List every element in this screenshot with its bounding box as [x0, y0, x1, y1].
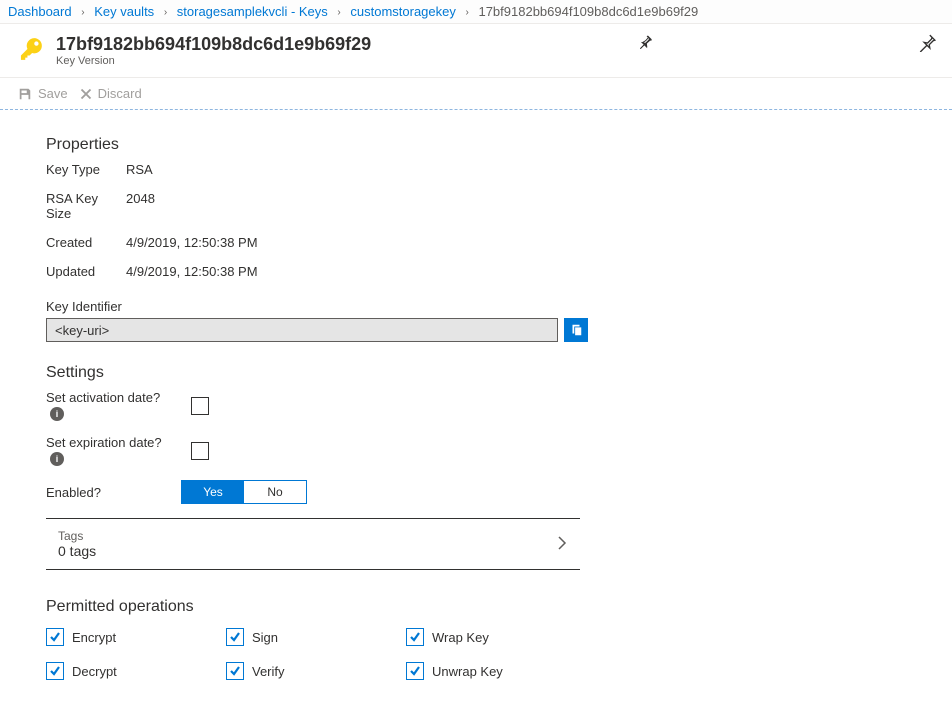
copy-button[interactable] [564, 318, 588, 342]
tags-count: 0 tags [58, 543, 556, 559]
rsakeysize-value: 2048 [126, 191, 906, 221]
op-label: Wrap Key [432, 630, 489, 645]
chevron-right-icon: › [81, 7, 84, 18]
op-label: Encrypt [72, 630, 116, 645]
expiration-label: Set expiration date? i [46, 435, 181, 466]
op-label: Unwrap Key [432, 664, 503, 679]
save-label: Save [38, 86, 68, 101]
chevron-right-icon: › [337, 7, 340, 18]
info-icon[interactable]: i [50, 407, 64, 421]
key-icon [18, 36, 44, 65]
activation-checkbox[interactable] [191, 397, 209, 415]
keyidentifier-input[interactable] [46, 318, 558, 342]
op-item: Verify [226, 662, 406, 680]
properties-heading: Properties [46, 136, 906, 154]
breadcrumb-link-dashboard[interactable]: Dashboard [8, 4, 72, 19]
activation-label: Set activation date? i [46, 390, 181, 421]
op-label: Sign [252, 630, 278, 645]
op-item: Wrap Key [406, 628, 586, 646]
enabled-label: Enabled? [46, 485, 181, 500]
created-value: 4/9/2019, 12:50:38 PM [126, 235, 906, 250]
toggle-no[interactable]: No [244, 481, 306, 503]
pin-button[interactable] [918, 34, 936, 55]
expiration-checkbox[interactable] [191, 442, 209, 460]
op-checkbox[interactable] [226, 662, 244, 680]
tags-label: Tags [58, 529, 556, 543]
keytype-value: RSA [126, 162, 906, 177]
op-label: Decrypt [72, 664, 117, 679]
chevron-right-icon: › [164, 7, 167, 18]
breadcrumb-link-key[interactable]: customstoragekey [350, 4, 456, 19]
op-checkbox[interactable] [406, 662, 424, 680]
updated-value: 4/9/2019, 12:50:38 PM [126, 264, 906, 279]
breadcrumb-current: 17bf9182bb694f109b8dc6d1e9b69f29 [478, 4, 698, 19]
op-item: Unwrap Key [406, 662, 586, 680]
op-item: Sign [226, 628, 406, 646]
settings-heading: Settings [46, 364, 906, 382]
toggle-yes[interactable]: Yes [182, 481, 244, 503]
updated-label: Updated [46, 264, 126, 279]
breadcrumb-link-keyvaults[interactable]: Key vaults [94, 4, 154, 19]
discard-label: Discard [98, 86, 142, 101]
pin-icon[interactable] [637, 34, 653, 53]
page-title: 17bf9182bb694f109b8dc6d1e9b69f29 [56, 34, 371, 55]
created-label: Created [46, 235, 126, 250]
op-label: Verify [252, 664, 285, 679]
tags-row[interactable]: Tags 0 tags [46, 518, 580, 570]
breadcrumb-link-vault[interactable]: storagesamplekvcli - Keys [177, 4, 328, 19]
command-bar: Save Discard [0, 78, 952, 110]
keytype-label: Key Type [46, 162, 126, 177]
op-item: Encrypt [46, 628, 226, 646]
permitted-ops-heading: Permitted operations [46, 598, 906, 616]
enabled-toggle[interactable]: Yes No [181, 480, 307, 504]
op-checkbox[interactable] [46, 662, 64, 680]
breadcrumb: Dashboard › Key vaults › storagesamplekv… [0, 0, 952, 24]
discard-button[interactable]: Discard [80, 86, 142, 101]
op-item: Decrypt [46, 662, 226, 680]
page-subtitle: Key Version [56, 55, 371, 67]
rsakeysize-label: RSA Key Size [46, 191, 126, 221]
chevron-right-icon: › [466, 7, 469, 18]
chevron-right-icon [556, 536, 568, 553]
keyidentifier-label: Key Identifier [46, 299, 906, 314]
info-icon[interactable]: i [50, 452, 64, 466]
save-button[interactable]: Save [18, 86, 68, 101]
copy-icon [569, 323, 583, 337]
op-checkbox[interactable] [226, 628, 244, 646]
op-checkbox[interactable] [406, 628, 424, 646]
page-header: 17bf9182bb694f109b8dc6d1e9b69f29 Key Ver… [0, 24, 952, 78]
op-checkbox[interactable] [46, 628, 64, 646]
